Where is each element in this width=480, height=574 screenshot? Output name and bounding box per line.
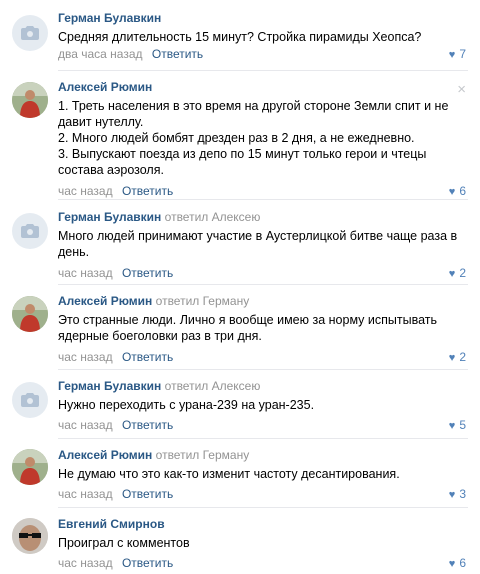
comment-line: 3. Выпускают поезда из депо по 15 минут … xyxy=(58,147,427,177)
comment-header: Евгений Смирнов xyxy=(58,517,466,532)
comment-meta: два часа назад Ответить ♥ 7 xyxy=(58,47,466,62)
comment-header: Герман Булавкин ответил Алексею xyxy=(58,379,466,394)
comment-text: Нужно переходить с урана-239 на уран-235… xyxy=(58,397,466,413)
comment-item: Евгений Смирнов Проиграл с комментов час… xyxy=(0,508,480,574)
comment-text: 1. Треть населения в это время на другой… xyxy=(58,98,466,178)
like-button[interactable]: ♥ 2 xyxy=(449,266,466,282)
reply-link[interactable]: Ответить xyxy=(122,350,173,364)
heart-icon: ♥ xyxy=(448,558,456,570)
like-button[interactable]: ♥ 6 xyxy=(449,184,466,200)
comment-time[interactable]: час назад xyxy=(58,350,113,364)
comment-line: 2. Много людей бомбят дрезден раз в 2 дн… xyxy=(58,131,415,145)
reply-to-label[interactable]: ответил Герману xyxy=(156,294,250,308)
reply-link[interactable]: Ответить xyxy=(122,418,173,432)
comment-item: Герман Булавкин ответил Алексею Нужно пе… xyxy=(0,370,480,438)
comment-meta: час назад Ответить ♥ 2 xyxy=(58,350,466,365)
heart-icon: ♥ xyxy=(448,268,456,280)
avatar[interactable] xyxy=(12,382,48,418)
reply-link[interactable]: Ответить xyxy=(122,487,173,501)
comment-time[interactable]: час назад xyxy=(58,184,113,198)
reply-to-label[interactable]: ответил Герману xyxy=(156,448,250,462)
like-count: 2 xyxy=(459,266,466,280)
comment-time[interactable]: два часа назад xyxy=(58,47,143,61)
reply-link[interactable]: Ответить xyxy=(122,266,173,280)
avatar[interactable] xyxy=(12,518,48,554)
comment-line: Нужно переходить с урана-239 на уран-235… xyxy=(58,398,315,412)
like-count: 6 xyxy=(459,556,466,570)
comment-header: Алексей Рюмин ответил Герману xyxy=(58,294,466,309)
avatar[interactable] xyxy=(12,449,48,485)
comment-time[interactable]: час назад xyxy=(58,556,113,570)
comment-text: Не думаю что это как-то изменит частоту … xyxy=(58,466,466,482)
like-count: 5 xyxy=(459,418,466,432)
camera-icon xyxy=(21,26,39,40)
comment-text: Это странные люди. Лично я вообще имею з… xyxy=(58,312,466,344)
comment-line: Это странные люди. Лично я вообще имею з… xyxy=(58,313,438,343)
comment-item: × Алексей Рюмин 1. Треть населения в это… xyxy=(0,71,480,199)
author-name[interactable]: Герман Булавкин xyxy=(58,379,161,393)
author-name[interactable]: Герман Булавкин xyxy=(58,11,161,25)
author-name[interactable]: Алексей Рюмин xyxy=(58,294,152,308)
heart-icon: ♥ xyxy=(448,352,456,364)
reply-link[interactable]: Ответить xyxy=(122,184,173,198)
comment-meta: час назад Ответить ♥ 3 xyxy=(58,487,466,502)
comment-item: Алексей Рюмин ответил Герману Не думаю ч… xyxy=(0,439,480,507)
like-count: 2 xyxy=(459,350,466,364)
reply-to-label[interactable]: ответил Алексею xyxy=(165,210,261,224)
user-photo-icon xyxy=(12,518,48,554)
author-name[interactable]: Алексей Рюмин xyxy=(58,448,152,462)
comment-line: Средняя длительность 15 минут? Стройка п… xyxy=(58,30,422,44)
reply-link[interactable]: Ответить xyxy=(152,47,203,61)
author-name[interactable]: Алексей Рюмин xyxy=(58,80,152,94)
comment-header: Алексей Рюмин xyxy=(58,80,466,95)
avatar[interactable] xyxy=(12,82,48,118)
comment-line: Проиграл с комментов xyxy=(58,536,190,550)
heart-icon: ♥ xyxy=(448,49,456,61)
like-count: 6 xyxy=(459,184,466,198)
comment-meta: час назад Ответить ♥ 6 xyxy=(58,184,466,199)
comment-item: Алексей Рюмин ответил Герману Это странн… xyxy=(0,285,480,369)
comment-time[interactable]: час назад xyxy=(58,487,113,501)
author-name[interactable]: Герман Булавкин xyxy=(58,210,161,224)
comment-line: Много людей принимают участие в Аустерли… xyxy=(58,229,458,259)
comment-text: Проиграл с комментов xyxy=(58,535,466,551)
comment-text: Средняя длительность 15 минут? Стройка п… xyxy=(58,29,466,45)
reply-link[interactable]: Ответить xyxy=(122,556,173,570)
like-button[interactable]: ♥ 3 xyxy=(449,487,466,503)
comment-time[interactable]: час назад xyxy=(58,266,113,280)
like-button[interactable]: ♥ 2 xyxy=(449,350,466,366)
comment-header: Герман Булавкин ответил Алексею xyxy=(58,210,466,225)
heart-icon: ♥ xyxy=(448,489,456,501)
comment-text: Много людей принимают участие в Аустерли… xyxy=(58,228,466,260)
heart-icon: ♥ xyxy=(448,420,456,432)
like-button[interactable]: ♥ 5 xyxy=(449,418,466,434)
camera-icon xyxy=(21,393,39,407)
comment-time[interactable]: час назад xyxy=(58,418,113,432)
like-count: 3 xyxy=(459,487,466,501)
comment-meta: час назад Ответить ♥ 6 xyxy=(58,556,466,571)
like-button[interactable]: ♥ 7 xyxy=(449,47,466,63)
avatar[interactable] xyxy=(12,296,48,332)
user-photo-icon xyxy=(12,82,48,118)
comment-line: 1. Треть населения в это время на другой… xyxy=(58,99,449,129)
comment-line: Не думаю что это как-то изменит частоту … xyxy=(58,467,400,481)
camera-icon xyxy=(21,224,39,238)
heart-icon: ♥ xyxy=(448,186,456,198)
comment-item: Герман Булавкин ответил Алексею Много лю… xyxy=(0,200,480,284)
like-count: 7 xyxy=(459,47,466,61)
reply-to-label[interactable]: ответил Алексею xyxy=(165,379,261,393)
avatar[interactable] xyxy=(12,213,48,249)
user-photo-icon xyxy=(12,296,48,332)
comment-header: Алексей Рюмин ответил Герману xyxy=(58,448,466,463)
avatar[interactable] xyxy=(12,15,48,51)
comment-meta: час назад Ответить ♥ 5 xyxy=(58,418,466,433)
comment-item: Герман Булавкин Средняя длительность 15 … xyxy=(0,0,480,70)
comment-meta: час назад Ответить ♥ 2 xyxy=(58,266,466,281)
author-name[interactable]: Евгений Смирнов xyxy=(58,517,165,531)
like-button[interactable]: ♥ 6 xyxy=(449,556,466,572)
user-photo-icon xyxy=(12,449,48,485)
comment-header: Герман Булавкин xyxy=(58,11,466,26)
